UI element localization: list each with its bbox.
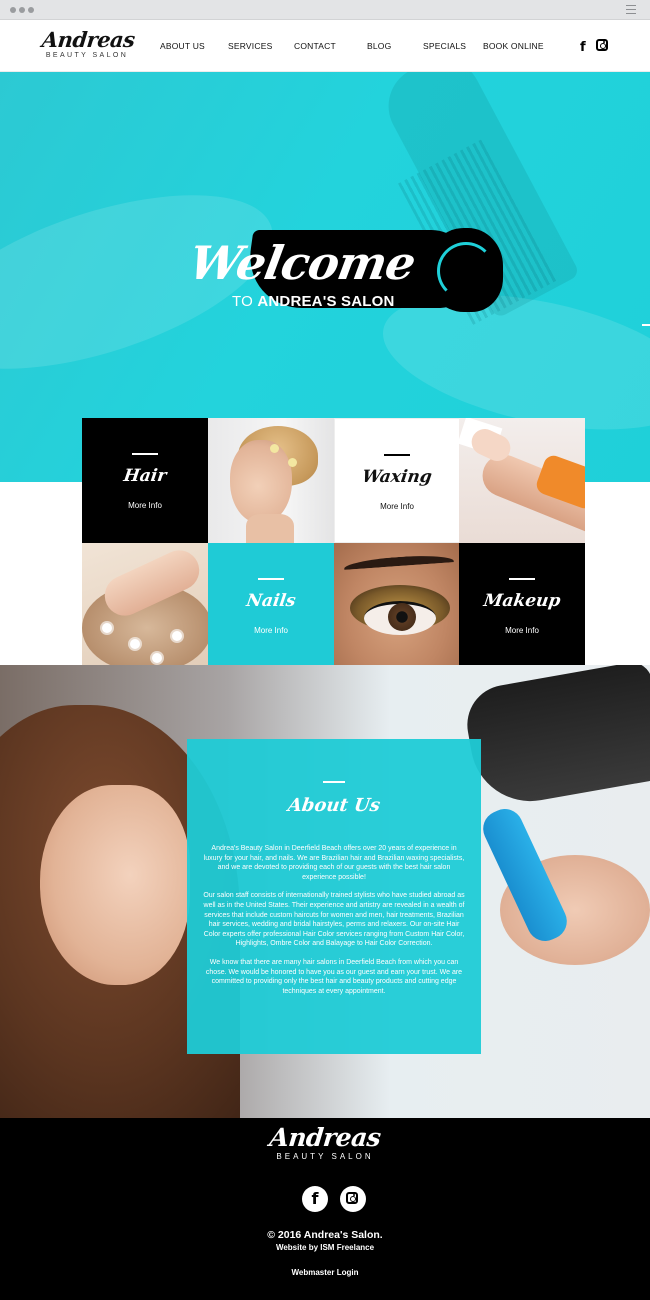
photo-neck	[246, 514, 294, 543]
copyright-text: © 2016 Andrea's Salon.	[267, 1229, 383, 1241]
about-card: About Us Andrea's Beauty Salon in Deerfi…	[187, 739, 481, 1054]
nav-item-contact[interactable]: CONTACT	[294, 41, 336, 51]
service-tile-makeup[interactable]: Makeup More Info	[459, 543, 585, 668]
bride-hairstyle-photo	[208, 418, 334, 543]
welcome-banner: Welcome TO ANDREA'S SALON	[185, 222, 503, 322]
service-tile-waxing[interactable]: Waxing More Info	[334, 418, 460, 543]
tile-divider	[258, 578, 284, 580]
photo-petal	[102, 623, 112, 633]
about-title: About Us	[286, 795, 382, 816]
woman-face-photo	[40, 785, 190, 985]
about-section: About Us Andrea's Beauty Salon in Deerfi…	[0, 665, 650, 1118]
photo-iris	[388, 603, 416, 631]
welcome-sub-prefix: TO	[232, 293, 253, 310]
nav-item-services[interactable]: SERVICES	[228, 41, 272, 51]
more-info-link[interactable]: More Info	[335, 502, 459, 511]
welcome-sub-name: ANDREA'S SALON	[257, 293, 395, 310]
photo-brow	[343, 553, 455, 577]
about-paragraph: Andrea's Beauty Salon in Deerfield Beach…	[203, 845, 465, 881]
footer-logo-name: Andreas	[268, 1123, 383, 1152]
about-divider	[323, 781, 345, 783]
welcome-heading: Welcome	[185, 236, 420, 290]
about-body: Andrea's Beauty Salon in Deerfield Beach…	[203, 844, 465, 1005]
browser-chrome	[0, 0, 650, 20]
nav-item-book-online[interactable]: BOOK ONLINE	[483, 41, 544, 51]
tile-divider	[132, 453, 158, 455]
site-header: Andreas BEAUTY SALON ABOUT US SERVICES C…	[0, 20, 650, 72]
service-tile-nails[interactable]: Nails More Info	[208, 543, 334, 668]
tile-divider	[509, 578, 535, 580]
hero-divider	[642, 324, 650, 326]
about-paragraph: We know that there are many hair salons …	[205, 958, 463, 995]
window-dot-icon[interactable]	[10, 7, 16, 13]
pedicure-photo	[82, 543, 208, 668]
tile-title: Nails	[245, 591, 297, 611]
photo-petal	[130, 639, 140, 649]
photo-petal	[152, 653, 162, 663]
instagram-icon[interactable]	[340, 1186, 366, 1212]
waxing-photo	[459, 418, 585, 543]
photo-flower	[288, 458, 297, 467]
footer-logo-tagline: BEAUTY SALON	[276, 1152, 374, 1161]
more-info-link[interactable]: More Info	[82, 501, 208, 510]
welcome-subheading: TO ANDREA'S SALON	[232, 293, 395, 310]
photo-face	[230, 440, 292, 524]
nav-item-about-us[interactable]: ABOUT US	[160, 41, 205, 51]
site-footer: Andreas BEAUTY SALON f © 2016 Andrea's S…	[0, 1118, 650, 1300]
webmaster-login-link[interactable]: Webmaster Login	[0, 1268, 650, 1277]
logo-tagline: BEAUTY SALON	[45, 52, 129, 59]
hair-dryer-photo	[461, 665, 650, 811]
photo-petal	[172, 631, 182, 641]
facebook-icon[interactable]: f	[302, 1186, 328, 1212]
main-nav: ABOUT US SERVICES CONTACT BLOG SPECIALS …	[0, 41, 650, 53]
eye-makeup-photo	[334, 543, 460, 668]
more-info-link[interactable]: More Info	[459, 626, 585, 635]
nav-item-blog[interactable]: BLOG	[367, 41, 391, 51]
instagram-icon[interactable]	[596, 39, 608, 51]
service-tile-hair[interactable]: Hair More Info	[82, 418, 208, 543]
services-grid: Hair More Info Waxing More Info Nails Mo…	[82, 418, 585, 668]
woman-silhouette-icon	[425, 228, 503, 312]
about-paragraph: Our salon staff consists of internationa…	[203, 892, 465, 948]
photo-flower	[270, 444, 279, 453]
hamburger-menu-icon[interactable]	[626, 5, 636, 14]
tile-title: Waxing	[360, 467, 434, 487]
facebook-icon[interactable]: f	[580, 38, 586, 56]
tile-divider	[384, 454, 410, 456]
more-info-link[interactable]: More Info	[208, 626, 334, 635]
tile-title: Hair	[122, 466, 168, 486]
tile-title: Makeup	[482, 591, 562, 611]
window-dot-icon[interactable]	[28, 7, 34, 13]
footer-logo[interactable]: Andreas BEAUTY SALON	[0, 1123, 650, 1161]
nav-item-specials[interactable]: SPECIALS	[423, 41, 466, 51]
window-dot-icon[interactable]	[19, 7, 25, 13]
credit-link[interactable]: Website by ISM Freelance	[0, 1243, 650, 1252]
